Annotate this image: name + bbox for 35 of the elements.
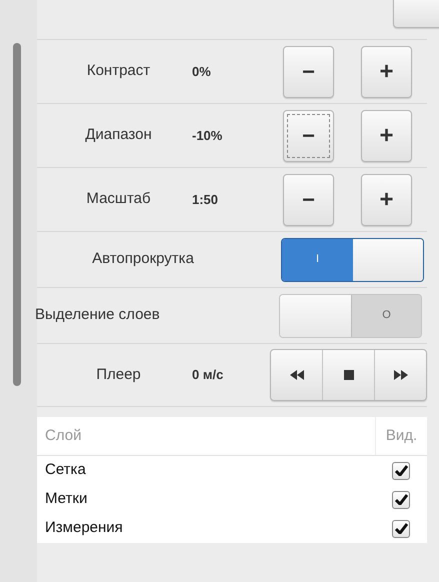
- setting-label: Контраст: [86, 61, 152, 82]
- visibility-checkbox[interactable]: [392, 520, 410, 538]
- toggle-switch[interactable]: O: [279, 294, 422, 338]
- setting-value: -10%: [192, 126, 224, 145]
- stop-icon: [344, 370, 354, 380]
- check-icon: [394, 465, 408, 476]
- speed-value: 0 м/с: [192, 366, 224, 384]
- layer-name: Измерения: [44, 518, 124, 538]
- setting-value: 1:50: [192, 190, 220, 209]
- increase-button[interactable]: +: [361, 46, 412, 98]
- rewind-icon: [290, 370, 304, 380]
- decrease-button[interactable]: −: [283, 46, 334, 98]
- increase-button[interactable]: +: [361, 174, 412, 226]
- decrease-button[interactable]: −: [283, 110, 334, 162]
- fast-forward-icon: [394, 370, 408, 380]
- setting-label: Автопрокрутка: [91, 249, 195, 270]
- layer-name: Метки: [44, 489, 88, 510]
- check-icon: [394, 523, 408, 534]
- check-icon: [394, 494, 408, 505]
- setting-label: Масштаб: [85, 189, 152, 210]
- column-header: Слой: [44, 426, 82, 446]
- decrease-button[interactable]: −: [283, 174, 334, 226]
- setting-label: Плеер: [95, 364, 142, 385]
- on-mark: I: [282, 238, 353, 280]
- scrollbar-thumb[interactable]: [12, 43, 20, 386]
- setting-label: Выделение слоев: [35, 305, 161, 326]
- off-mark: O: [352, 294, 421, 336]
- increase-button[interactable]: +: [361, 110, 412, 162]
- visibility-checkbox[interactable]: [392, 462, 410, 480]
- setting-label: Диапазон: [84, 125, 153, 146]
- layer-name: Сетка: [44, 460, 87, 480]
- toggle-switch[interactable]: I: [281, 238, 424, 282]
- setting-value: 0%: [192, 62, 212, 81]
- column-header: Вид.: [375, 417, 427, 455]
- visibility-checkbox[interactable]: [392, 490, 410, 508]
